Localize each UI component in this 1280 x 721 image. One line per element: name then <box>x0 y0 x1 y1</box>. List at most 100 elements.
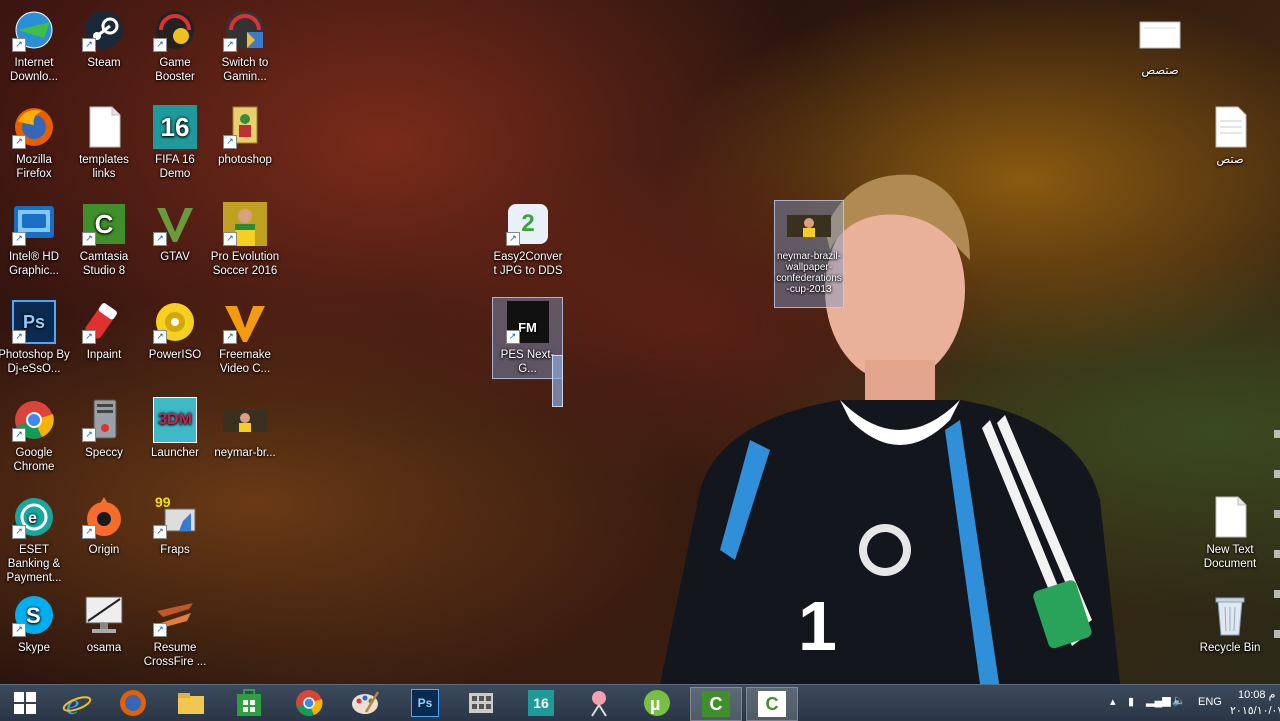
easy2convert-icon: 2 ↗ <box>506 202 550 246</box>
language-indicator[interactable]: ENG <box>1198 696 1222 708</box>
fifa-16-icon: 16 <box>153 105 197 149</box>
taskbar-camtasia-studio[interactable]: C <box>746 687 798 721</box>
clock-date[interactable]: ٢٠١٥/١٠/٠٧ <box>1230 704 1280 717</box>
desktop-icon-skype[interactable]: S ↗ Skype <box>0 591 70 655</box>
network-signal-icon[interactable]: ▂▄▆ <box>1146 694 1171 707</box>
taskbar-camtasia-recorder[interactable]: C <box>690 687 742 721</box>
desktop-icon-speccy[interactable]: ↗ Speccy <box>68 396 140 460</box>
icon-label: templates links <box>79 154 129 180</box>
desktop-icon-neymar-wallpaper[interactable]: neymar-br... <box>209 396 281 460</box>
taskbar-app-grid[interactable] <box>456 687 506 719</box>
desktop-icon-easy2convert[interactable]: 2 ↗ Easy2Convert JPG to DDS <box>492 200 564 278</box>
icon-label: Mozilla Firefox <box>16 154 52 180</box>
icon-label: Steam <box>87 57 121 69</box>
taskbar-store[interactable] <box>224 687 274 719</box>
shortcut-arrow-icon: ↗ <box>12 525 26 539</box>
game-booster-icon: ↗ <box>153 8 197 52</box>
text-document-icon <box>1208 105 1252 149</box>
desktop-icon-internet-download-manager[interactable]: ↗ Internet Downlo... <box>0 6 70 84</box>
show-hidden-icons-chevron-icon[interactable]: ▴ <box>1110 695 1116 708</box>
desktop-icon-launcher-3dm[interactable]: 3DM Launcher <box>139 396 211 460</box>
desktop-icon-poweriso[interactable]: ↗ PowerISO <box>139 298 211 362</box>
icon-label: FIFA 16 Demo <box>155 154 195 180</box>
eset-icon: e ↗ <box>12 495 56 539</box>
desktop-icon-osama[interactable]: osama <box>68 591 140 655</box>
icon-label: Speccy <box>85 447 123 459</box>
image-thumbnail-icon <box>223 398 267 442</box>
fifa-16-icon: 16 <box>528 690 554 716</box>
grid-app-icon <box>469 693 493 713</box>
desktop-icon-photoshop-by-dj-esso[interactable]: Ps ↗ Photoshop By Dj-eSsO... <box>0 298 70 376</box>
taskbar-firefox[interactable] <box>108 687 158 719</box>
start-button[interactable] <box>0 687 50 719</box>
desktop-icon-inpaint[interactable]: ↗ Inpaint <box>68 298 140 362</box>
icon-label: Internet Downlo... <box>10 57 58 83</box>
desktop-icon-fifa-16-demo[interactable]: 16 FIFA 16 Demo <box>139 103 211 181</box>
utorrent-icon: µ <box>644 690 670 716</box>
desktop-icon-fraps[interactable]: 99 ↗ Fraps <box>139 493 211 557</box>
svg-text:1: 1 <box>798 587 837 665</box>
taskbar-fifa-16[interactable]: 16 <box>516 687 566 719</box>
desktop-icon-camtasia-studio[interactable]: C ↗ Camtasia Studio 8 <box>68 200 140 278</box>
shortcut-arrow-icon: ↗ <box>153 330 167 344</box>
desktop-icon-google-chrome[interactable]: ↗ Google Chrome <box>0 396 70 474</box>
firefox-icon <box>120 690 146 716</box>
inpaint-eraser-icon: ↗ <box>82 300 126 344</box>
desktop-icon-game-booster[interactable]: ↗ Game Booster <box>139 6 211 84</box>
shortcut-arrow-icon: ↗ <box>223 232 237 246</box>
folder-icon: ↗ <box>223 105 267 149</box>
desktop-icon-arabic-file-2[interactable]: صتص <box>1194 103 1266 167</box>
camtasia-icon: C ↗ <box>82 202 126 246</box>
desktop-icon-photoshop-folder[interactable]: ↗ photoshop <box>209 103 281 167</box>
taskbar-paint[interactable] <box>340 687 390 719</box>
desktop-icon-arabic-file-1[interactable]: صتصص <box>1124 14 1196 78</box>
image-thumbnail-icon <box>787 203 831 247</box>
windows-logo-icon <box>14 692 36 714</box>
icon-label: Skype <box>18 642 50 654</box>
icon-label: GTAV <box>160 251 190 263</box>
drag-selection-bar <box>552 355 563 407</box>
wallpaper-player-figure: 1 <box>660 174 1120 684</box>
desktop-icon-neymar-brazil-wallpaper-dragging[interactable]: neymar-brazil-wallpaper-confederations-c… <box>774 200 844 308</box>
camtasia-icon: C <box>702 691 730 717</box>
taskbar-utorrent[interactable]: µ <box>632 687 682 719</box>
taskbar-snipping-tool[interactable] <box>574 687 624 719</box>
taskbar-photoshop[interactable]: Ps <box>400 687 450 719</box>
desktop-icon-eset-banking[interactable]: e ↗ ESET Banking & Payment... <box>0 493 70 585</box>
desktop-icon-intel-hd-graphics[interactable]: ↗ Intel® HD Graphic... <box>0 200 70 278</box>
clock-time[interactable]: 10:08 م <box>1238 688 1275 701</box>
photoshop-icon: Ps <box>411 689 439 717</box>
desktop-icon-new-text-document[interactable]: New Text Document <box>1194 493 1266 571</box>
icon-label: Resume CrossFire ... <box>143 642 207 668</box>
switch-to-gaming-icon: ↗ <box>223 8 267 52</box>
desktop-icon-recycle-bin[interactable]: Recycle Bin <box>1194 591 1266 655</box>
volume-icon[interactable]: 🔈 <box>1172 694 1186 707</box>
recycle-bin-icon <box>1208 593 1252 637</box>
desktop-icon-gtav[interactable]: ↗ GTAV <box>139 200 211 264</box>
desktop-icon-mozilla-firefox[interactable]: ↗ Mozilla Firefox <box>0 103 70 181</box>
paint-palette-icon <box>352 691 380 714</box>
desktop-icon-switch-to-gaming[interactable]: ↗ Switch to Gamin... <box>209 6 281 84</box>
disc-icon: ↗ <box>153 300 197 344</box>
snipping-tool-icon <box>591 691 607 717</box>
taskbar-file-explorer[interactable] <box>166 687 216 719</box>
desktop-icon-templates-links[interactable]: templates links <box>68 103 140 181</box>
taskbar-internet-explorer[interactable]: e <box>52 687 102 719</box>
icon-label: neymar-br... <box>214 447 276 459</box>
icon-label: Launcher <box>151 447 199 459</box>
icon-label: Inpaint <box>86 349 122 361</box>
intel-graphics-icon: ↗ <box>12 202 56 246</box>
icon-label: ESET Banking & Payment... <box>6 544 62 584</box>
svg-text:µ: µ <box>650 694 660 714</box>
battery-icon[interactable]: ▮ <box>1128 695 1134 708</box>
desktop-icon-pro-evolution-soccer-2016[interactable]: ↗ Pro Evolution Soccer 2016 <box>209 200 281 278</box>
icon-label: Switch to Gamin... <box>221 57 269 83</box>
desktop-icon-freemake-video-converter[interactable]: ↗ Freemake Video C... <box>209 298 281 376</box>
desktop-icon-resume-crossfire[interactable]: ↗ Resume CrossFire ... <box>139 591 211 669</box>
shortcut-arrow-icon: ↗ <box>223 135 237 149</box>
taskbar-chrome[interactable] <box>284 687 334 719</box>
desktop-icon-steam[interactable]: ↗ Steam <box>68 6 140 70</box>
desktop-icon-origin[interactable]: ↗ Origin <box>68 493 140 557</box>
svg-text:e: e <box>28 510 37 527</box>
text-document-icon <box>1208 495 1252 539</box>
